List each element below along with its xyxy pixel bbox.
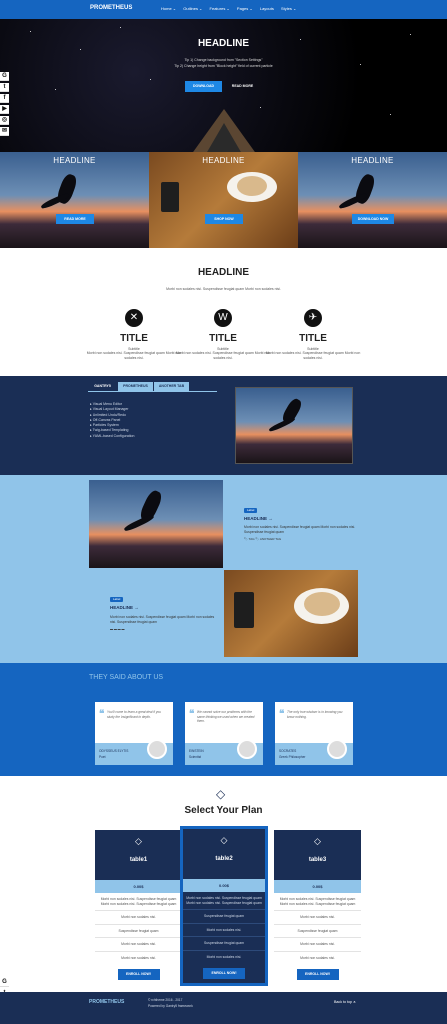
post-image-1	[89, 480, 223, 568]
feature-list: ▸ Visual Menu Editor ▸ Visual Layout Man…	[90, 402, 135, 438]
menu-item-layouts[interactable]: Layouts	[260, 6, 274, 11]
rocket-icon: ✈	[304, 309, 322, 327]
enroll-button[interactable]: ENROLL NOW!	[117, 969, 160, 981]
features-section: HEADLINE Morbi non sodales nisi. Suspend…	[0, 248, 447, 376]
youtube-icon[interactable]: ▶	[0, 105, 9, 114]
post-tags[interactable]: ▬ ▬ ▬ ▬	[110, 627, 125, 631]
read-more-button[interactable]: READ MORE	[224, 81, 261, 92]
tile-3: HEADLINE DOWNLOAD NOW	[298, 152, 447, 248]
menu-item-pages[interactable]: Pages ⌄	[237, 6, 253, 11]
diamond-icon: ◇	[220, 835, 228, 845]
avatar	[237, 739, 257, 759]
diamond-icon: ◇	[314, 836, 321, 846]
hero-headline: HEADLINE	[197, 38, 250, 49]
read-more-button[interactable]: READ MORE	[56, 214, 94, 224]
back-to-top-link[interactable]: Back to top ⏶	[334, 1000, 356, 1004]
tile-title: HEADLINE	[202, 156, 245, 165]
post-tags[interactable]: 🏷 TAG 🏷 ANOTHER TAG	[244, 537, 281, 541]
download-now-button[interactable]: DOWNLOAD NOW	[352, 214, 394, 224]
testimonials-title: THEY SAID ABOUT US	[89, 674, 164, 681]
enroll-button[interactable]: ENROLL NOW!	[203, 968, 245, 980]
features-subtitle: Morbi non sodales nisi. Suspendisse feug…	[166, 287, 281, 291]
google-icon[interactable]: G	[0, 72, 9, 81]
brand-logo[interactable]: PROMETHEUS	[90, 5, 132, 11]
tab-prometheus[interactable]: PROMETHEUS	[118, 382, 153, 391]
post-badge: Label	[244, 508, 258, 513]
footer-powered: Powered by Gantry5 framework	[148, 1004, 193, 1008]
feature-wordpress: W TITLE Subtitle Morbi non sodales nisi.…	[173, 309, 273, 361]
hero-tip-2: Tip 2) Change height from "Block height"…	[174, 64, 273, 68]
post-text: Morbi non sodales nisi. Suspendisse feug…	[110, 615, 215, 624]
tab-another[interactable]: ANOTHER TAB	[154, 382, 189, 391]
avatar	[147, 739, 167, 759]
testimonial-card: ❝ You'll come to learn a great deal if y…	[95, 702, 173, 765]
diamond-icon: ◇	[216, 787, 226, 801]
tile-2: HEADLINE SHOP NOW	[149, 152, 298, 248]
feature-joomla: ✕ TITLE Subtitle Morbi non sodales nisi.…	[84, 309, 184, 361]
instagram-icon[interactable]: ◎	[0, 116, 9, 125]
hero-section: HEADLINE Tip 1) Change background from "…	[0, 19, 447, 173]
pricing-plan-2: ◇ table2 0.00$ Morbi non sodales nisi. Su…	[180, 826, 268, 986]
post-title[interactable]: HEADLINE →	[110, 605, 139, 610]
features-headline: HEADLINE	[197, 267, 250, 278]
footer-brand[interactable]: PROMETHEUS	[89, 999, 124, 1005]
testimonial-card: ❝ The only true wisdom is in knowing you…	[275, 702, 353, 765]
top-navbar: PROMETHEUS Home ⌄ Outlines ⌄ Features ⌄ …	[0, 0, 447, 19]
quote-icon: ❝	[99, 709, 105, 720]
post-text: Morbi non sodales nisi. Suspendisse feug…	[244, 525, 356, 534]
google-icon[interactable]: G	[0, 978, 9, 987]
avatar	[327, 739, 347, 759]
main-menu: Home ⌄ Outlines ⌄ Features ⌄ Pages ⌄ Lay…	[161, 6, 302, 11]
footer: PROMETHEUS © rchtheme 2016 - 2017 Powere…	[0, 992, 447, 1024]
jumper-image	[235, 387, 353, 464]
diamond-icon: ◇	[135, 836, 142, 846]
feature-rocket: ✈ TITLE Subtitle Morbi non sodales nisi.…	[263, 309, 363, 361]
menu-item-features[interactable]: Features ⌄	[210, 6, 230, 11]
download-button[interactable]: DOWNLOAD	[185, 81, 222, 92]
tile-1: HEADLINE READ MORE	[0, 152, 149, 248]
hero-tip-1: Tip 1) Change background from "Section S…	[184, 58, 263, 62]
tile-title: HEADLINE	[53, 156, 96, 165]
quote-icon: ❝	[279, 709, 285, 720]
quote-icon: ❝	[189, 709, 195, 720]
post-badge: Label	[110, 597, 124, 602]
wordpress-icon: W	[214, 309, 232, 327]
twitter-icon[interactable]: t	[0, 83, 9, 92]
pricing-plan-1: ◇ table1 0.00$ Morbi non sodales nisi. Su…	[95, 830, 182, 985]
pricing-plan-3: ◇ table3 0.00$ Morbi non sodales nisi. Su…	[274, 830, 361, 985]
menu-item-styles[interactable]: Styles ⌄	[281, 6, 296, 11]
post-image-2	[224, 570, 358, 657]
joomla-icon: ✕	[125, 309, 143, 327]
testimonial-card: ❝ We cannot solve our problems with the …	[185, 702, 263, 765]
shop-now-button[interactable]: SHOP NOW	[205, 214, 243, 224]
enroll-button[interactable]: ENROLL NOW!	[296, 969, 339, 981]
menu-item-outlines[interactable]: Outlines ⌄	[183, 6, 202, 11]
footer-copyright: © rchtheme 2016 - 2017	[148, 998, 183, 1002]
tile-title: HEADLINE	[351, 156, 394, 165]
tab-gantry5[interactable]: GANTRY5	[88, 382, 117, 391]
menu-item-home[interactable]: Home ⌄	[161, 6, 176, 11]
pricing-title: Select Your Plan	[184, 805, 263, 816]
facebook-icon[interactable]: f	[0, 94, 9, 103]
email-icon[interactable]: ✉	[0, 127, 9, 136]
tabs-section: GANTRY5 PROMETHEUS ANOTHER TAB ▸ Visual …	[0, 376, 447, 475]
posts-section: Label HEADLINE → Morbi non sodales nisi.…	[0, 475, 447, 663]
post-title[interactable]: HEADLINE →	[244, 516, 273, 521]
